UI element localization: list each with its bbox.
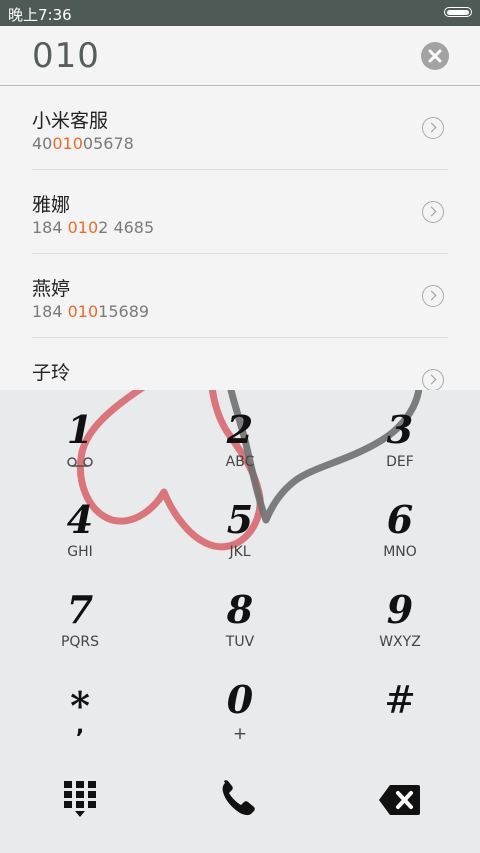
dial-input-area: 010 — [0, 26, 480, 86]
contact-number: 184 0102 4685 — [32, 218, 155, 237]
key-letters: DEF — [386, 454, 414, 470]
contact-detail-arrow-icon[interactable] — [422, 201, 444, 223]
key-7[interactable]: 7 PQRS — [0, 580, 160, 670]
contact-name: 燕婷 — [32, 278, 71, 300]
key-letters: MNO — [383, 544, 417, 560]
contact-row[interactable]: 雅娜 184 0102 4685 — [32, 170, 448, 254]
key-1[interactable]: 1 — [0, 400, 160, 490]
key-digit: 9 — [386, 587, 414, 632]
battery-icon — [444, 7, 472, 17]
contact-results-list: 小米客服 4001005678 雅娜 184 0102 4685 燕婷 184 … — [0, 86, 480, 390]
contact-number: 184 01015689 — [32, 302, 150, 321]
contact-detail-arrow-icon[interactable] — [422, 117, 444, 139]
status-time: 晚上7:36 — [8, 6, 72, 24]
key-digit: 3 — [386, 407, 414, 452]
key-letters: PQRS — [60, 634, 100, 650]
dialpad-toggle-button[interactable] — [0, 753, 160, 845]
key-8[interactable]: 8 TUV — [160, 580, 320, 670]
key-letters: GHI — [67, 544, 93, 560]
key-star[interactable]: * , — [0, 670, 160, 760]
dial-keypad: 1 2 ABC 3 DEF 4 GHI 5 JKL 6 MNO 7 PQRS 8… — [0, 390, 480, 753]
dialer-action-bar — [0, 753, 480, 853]
contact-name: 小米客服 — [32, 110, 109, 132]
key-2[interactable]: 2 ABC — [160, 400, 320, 490]
dialpad-icon — [64, 781, 96, 817]
call-button[interactable] — [160, 753, 320, 845]
key-letters: , — [75, 714, 85, 739]
key-4[interactable]: 4 GHI — [0, 490, 160, 580]
key-letters: TUV — [225, 634, 255, 650]
key-0[interactable]: 0 + — [160, 670, 320, 760]
key-digit: # — [384, 678, 416, 722]
clear-button[interactable] — [421, 42, 449, 70]
phone-icon — [222, 780, 255, 816]
key-digit: 5 — [226, 497, 254, 542]
key-digit: 4 — [66, 497, 94, 542]
contact-row[interactable]: 小米客服 4001005678 — [32, 86, 448, 170]
key-letters: WXYZ — [379, 634, 421, 650]
key-5[interactable]: 5 JKL — [160, 490, 320, 580]
voicemail-icon — [67, 457, 93, 467]
key-hash[interactable]: # — [320, 670, 480, 760]
key-digit: 2 — [226, 407, 254, 452]
contact-row[interactable]: 燕婷 184 01015689 — [32, 254, 448, 338]
status-bar: 晚上7:36 — [0, 0, 480, 26]
contact-detail-arrow-icon[interactable] — [422, 369, 444, 390]
key-letters: JKL — [229, 544, 251, 560]
key-digit: 6 — [386, 497, 414, 542]
key-3[interactable]: 3 DEF — [320, 400, 480, 490]
contact-number: 4001005678 — [32, 134, 134, 153]
contact-row[interactable]: 子玲 — [32, 338, 448, 390]
contact-detail-arrow-icon[interactable] — [422, 285, 444, 307]
clear-icon — [428, 49, 442, 63]
key-digit: 0 — [226, 677, 254, 722]
key-6[interactable]: 6 MNO — [320, 490, 480, 580]
contact-name: 雅娜 — [32, 194, 71, 216]
key-9[interactable]: 9 WXYZ — [320, 580, 480, 670]
contact-name: 子玲 — [32, 362, 71, 384]
key-letters: + — [232, 724, 248, 744]
key-letters: ABC — [225, 454, 255, 470]
key-digit: 8 — [226, 587, 254, 632]
dialed-number[interactable]: 010 — [32, 36, 100, 76]
key-digit: 1 — [66, 407, 94, 452]
key-digit: 7 — [66, 587, 94, 632]
backspace-button[interactable] — [320, 753, 480, 845]
backspace-icon — [379, 785, 420, 815]
